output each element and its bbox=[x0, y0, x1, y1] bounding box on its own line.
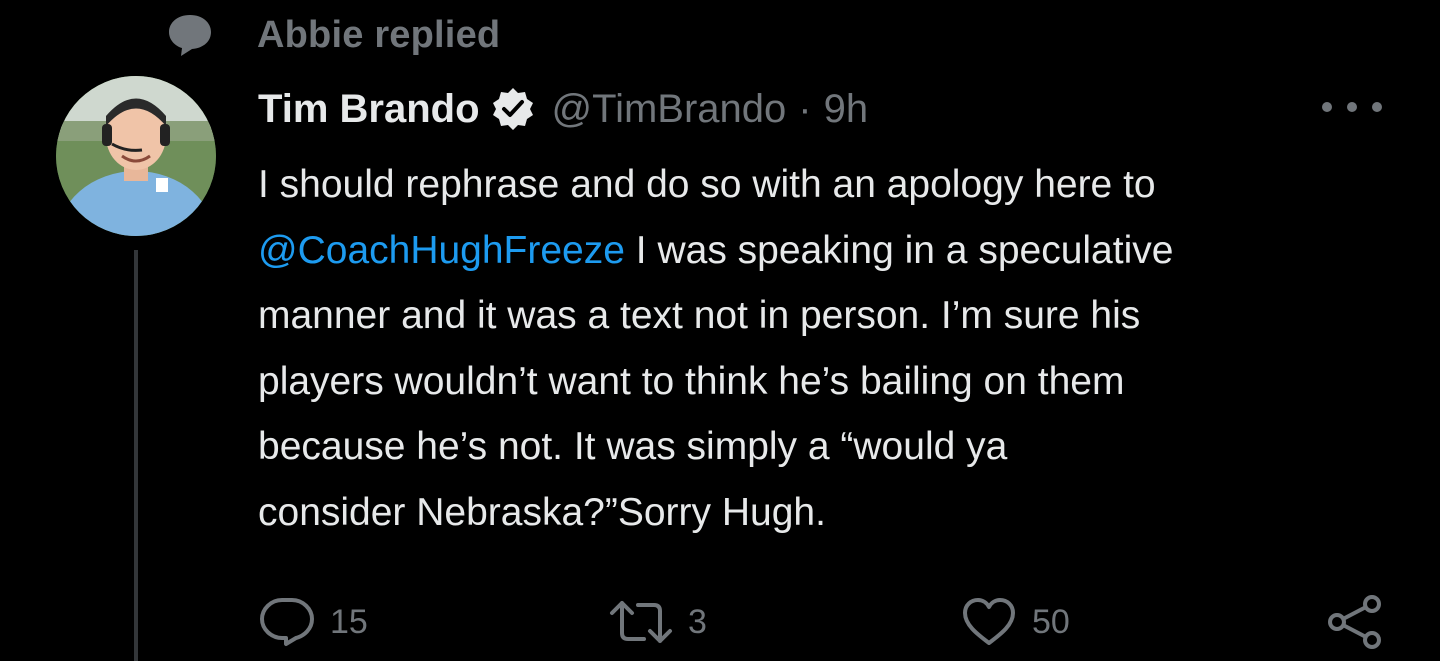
social-context[interactable]: Abbie replied bbox=[165, 12, 500, 58]
tweet-text-segment: players wouldn’t want to think he’s bail… bbox=[258, 359, 1125, 403]
tweet-text-segment: consider Nebraska?”Sorry Hugh. bbox=[258, 490, 826, 534]
avatar[interactable] bbox=[56, 76, 216, 236]
tweet-text: I should rephrase and do so with an apol… bbox=[258, 152, 1408, 545]
reply-count: 15 bbox=[330, 602, 368, 641]
author-display-name[interactable]: Tim Brando bbox=[258, 87, 480, 132]
retweet-icon bbox=[610, 601, 672, 643]
author-handle[interactable]: @TimBrando bbox=[552, 87, 787, 132]
heart-icon bbox=[963, 598, 1015, 645]
retweet-count: 3 bbox=[688, 602, 707, 641]
mention-link[interactable]: @CoachHughFreeze bbox=[258, 229, 625, 272]
tweet-text-line: manner and it was a text not in person. … bbox=[258, 283, 1408, 349]
tweet-timestamp[interactable]: 9h bbox=[824, 87, 869, 132]
share-icon bbox=[1328, 595, 1381, 649]
tweet-header: Tim Brando @TimBrando · 9h bbox=[258, 84, 868, 134]
tweet-text-line: @CoachHughFreeze I was speaking in a spe… bbox=[258, 218, 1408, 284]
reply-icon bbox=[260, 598, 314, 646]
header-separator: · bbox=[798, 86, 812, 131]
like-count: 50 bbox=[1032, 602, 1070, 641]
tweet-text-segment: I should rephrase and do so with an apol… bbox=[258, 163, 1156, 206]
verified-badge-icon bbox=[492, 88, 533, 130]
action-bar: 15 3 50 bbox=[0, 590, 1440, 654]
tweet-text-segment: I was speaking in a speculative bbox=[624, 228, 1174, 272]
more-options-icon[interactable] bbox=[1322, 92, 1382, 122]
like-button[interactable]: 50 bbox=[960, 590, 1070, 654]
avatar-photo bbox=[56, 76, 216, 236]
retweet-button[interactable]: 3 bbox=[608, 590, 707, 654]
reply-button[interactable]: 15 bbox=[258, 590, 368, 654]
social-context-label: Abbie replied bbox=[257, 14, 501, 56]
tweet-text-line: I should rephrase and do so with an apol… bbox=[258, 152, 1408, 218]
tweet-text-line: players wouldn’t want to think he’s bail… bbox=[258, 349, 1408, 415]
tweet-text-segment: manner and it was a text not in person. … bbox=[258, 294, 1141, 337]
tweet-text-segment: because he’s not. It was simply a “would… bbox=[258, 425, 1008, 468]
speech-bubble-icon bbox=[169, 15, 211, 56]
share-button[interactable] bbox=[1326, 590, 1384, 654]
tweet-text-line: because he’s not. It was simply a “would… bbox=[258, 414, 1408, 480]
tweet-text-line: consider Nebraska?”Sorry Hugh. bbox=[258, 480, 1408, 546]
